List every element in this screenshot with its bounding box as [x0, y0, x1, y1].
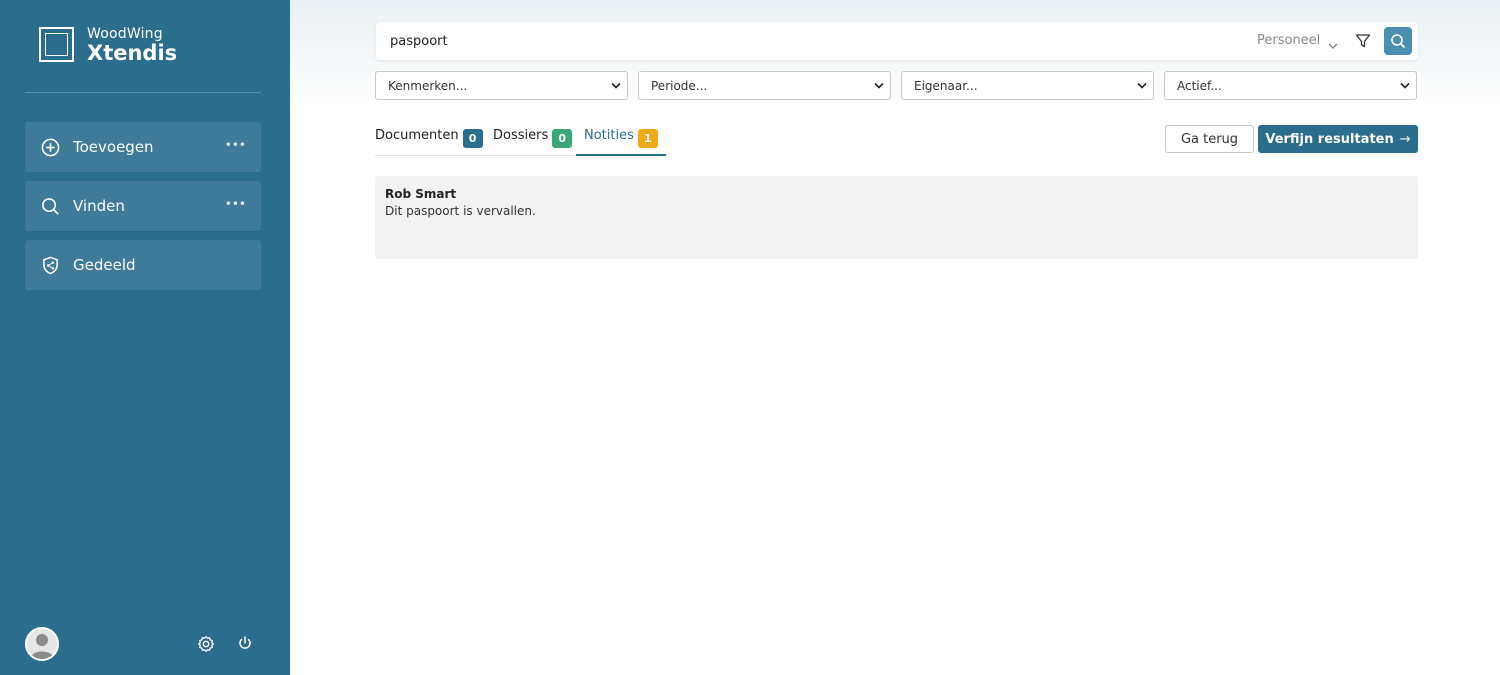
- brand-top: WoodWing: [87, 26, 163, 42]
- tab-label: Documenten: [375, 128, 459, 143]
- logo[interactable]: WoodWing Xtendis: [39, 27, 177, 64]
- search-bar: Personeel: [376, 22, 1418, 60]
- count-badge: 0: [462, 129, 483, 148]
- refine-label: Verfijn resultaten: [1265, 131, 1394, 147]
- search-scope-select[interactable]: Personeel: [1257, 33, 1320, 48]
- tab-notities[interactable]: Notities 1: [576, 128, 666, 156]
- power-icon[interactable]: [237, 635, 253, 651]
- count-badge: 1: [637, 129, 658, 148]
- sidebar-item-toevoegen[interactable]: Toevoegen •••: [25, 122, 261, 172]
- sidebar-item-label: Gedeeld: [73, 256, 136, 274]
- select-label: Actief...: [1177, 78, 1222, 93]
- tab-documenten[interactable]: Documenten 0: [375, 128, 483, 156]
- filter-periode-select[interactable]: Periode...: [638, 71, 891, 100]
- more-options-icon[interactable]: •••: [225, 138, 246, 152]
- select-label: Eigenaar...: [914, 78, 978, 93]
- arrow-right-icon: →: [1399, 131, 1411, 147]
- count-badge: 0: [552, 129, 573, 148]
- chevron-down-icon: [611, 82, 621, 89]
- tab-label: Dossiers: [493, 128, 549, 143]
- sidebar-item-label: Toevoegen: [73, 138, 154, 156]
- filter-kenmerken-select[interactable]: Kenmerken...: [375, 71, 628, 100]
- chevron-down-icon[interactable]: [1328, 36, 1338, 49]
- avatar[interactable]: [25, 627, 59, 661]
- search-button[interactable]: [1384, 27, 1412, 55]
- brand-bottom: Xtendis: [87, 41, 178, 65]
- select-label: Periode...: [651, 78, 708, 93]
- sidebar-item-label: Vinden: [73, 197, 125, 215]
- result-author: Rob Smart: [385, 187, 457, 201]
- gear-icon[interactable]: [197, 635, 215, 653]
- select-label: Kenmerken...: [388, 78, 468, 93]
- more-options-icon[interactable]: •••: [225, 197, 246, 211]
- sidebar-item-vinden[interactable]: Vinden •••: [25, 181, 261, 231]
- search-input[interactable]: [390, 30, 1190, 52]
- sidebar-item-gedeeld[interactable]: Gedeeld: [25, 240, 261, 290]
- sidebar: WoodWing Xtendis Toevoegen ••• Vinden ••…: [0, 0, 290, 675]
- sidebar-divider: [25, 92, 261, 93]
- search-icon: [1391, 34, 1406, 49]
- logo-text: WoodWing Xtendis: [87, 26, 178, 65]
- back-button[interactable]: Ga terug: [1165, 125, 1254, 153]
- refine-results-button[interactable]: Verfijn resultaten →: [1258, 125, 1418, 153]
- filter-eigenaar-select[interactable]: Eigenaar...: [901, 71, 1154, 100]
- tab-dossiers[interactable]: Dossiers 0: [493, 128, 573, 156]
- plus-circle-icon: [40, 137, 60, 157]
- chevron-down-icon: [1400, 82, 1410, 89]
- logo-mark-icon: [39, 27, 74, 62]
- shield-share-icon: [40, 255, 60, 275]
- chevron-down-icon: [874, 82, 884, 89]
- result-text: Dit paspoort is vervallen.: [385, 204, 536, 218]
- search-icon: [40, 196, 60, 216]
- tab-label: Notities: [584, 128, 634, 143]
- result-item[interactable]: Rob Smart Dit paspoort is vervallen.: [375, 176, 1418, 259]
- filter-actief-select[interactable]: Actief...: [1164, 71, 1417, 100]
- chevron-down-icon: [1137, 82, 1147, 89]
- filter-icon[interactable]: [1355, 33, 1371, 49]
